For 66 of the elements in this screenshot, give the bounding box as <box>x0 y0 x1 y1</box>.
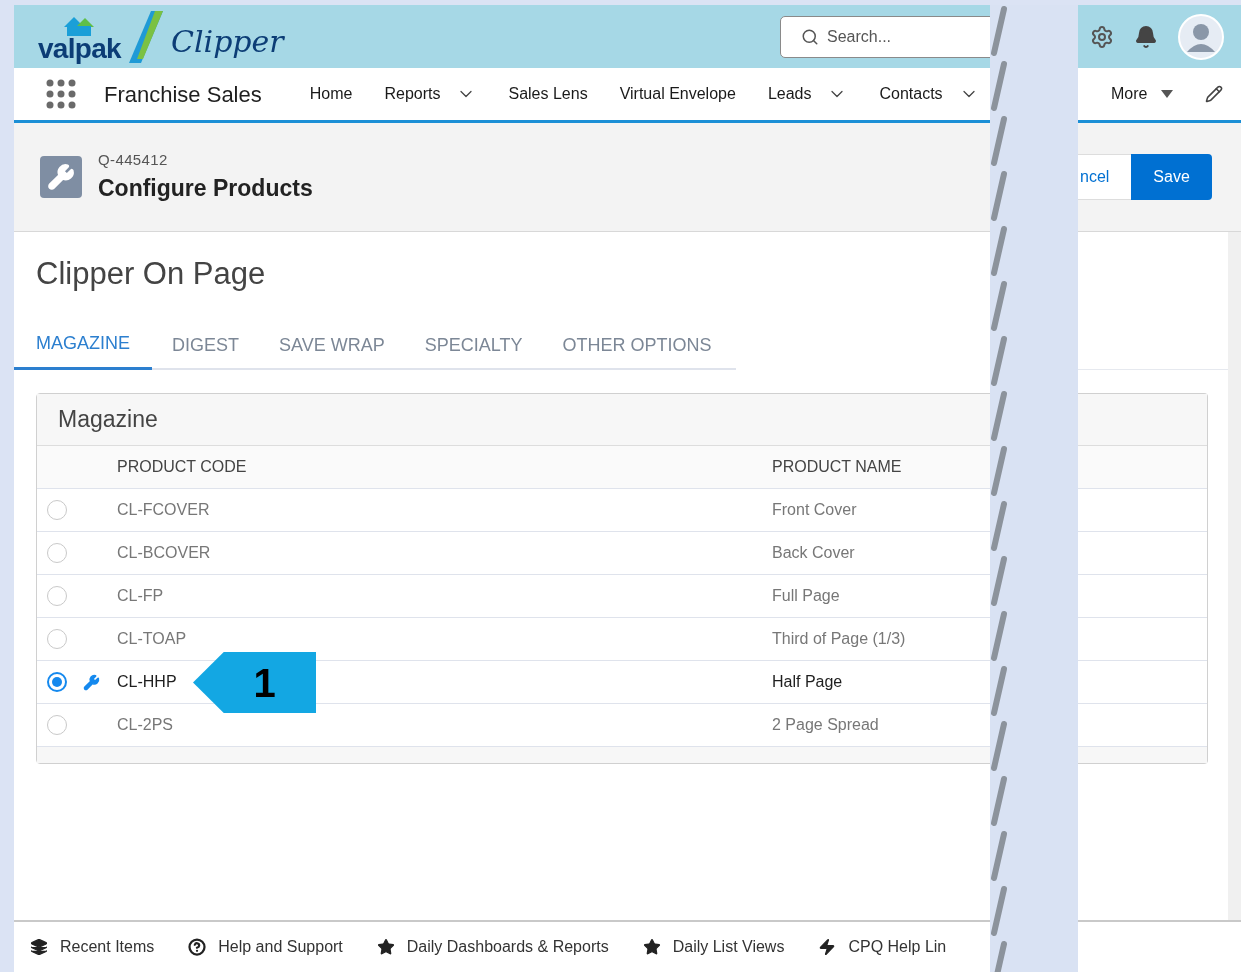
page-title: Configure Products <box>98 174 313 203</box>
radio-button[interactable] <box>47 543 67 563</box>
app-launcher-icon[interactable] <box>46 79 76 109</box>
house-icon <box>62 14 97 37</box>
nav-item[interactable]: Virtual Envelope <box>619 82 736 106</box>
tab[interactable]: SAVE WRAP <box>259 320 405 370</box>
utility-bar-item[interactable]: Daily Dashboards & Reports <box>376 935 609 959</box>
search-input[interactable]: Search... <box>827 24 977 49</box>
lightning-icon <box>818 938 837 956</box>
table-cell-text: Back Cover <box>772 543 855 563</box>
section-title: Clipper On Page <box>36 255 267 293</box>
utility-bar-item[interactable]: Recent Items <box>30 935 155 959</box>
utility-bar-item[interactable]: Daily List Views <box>642 935 785 959</box>
avatar-icon[interactable] <box>1178 13 1224 60</box>
table-cell-text: CL-FCOVER <box>117 500 210 520</box>
tab[interactable]: MAGAZINE <box>14 320 152 370</box>
table-cell-text: CL-BCOVER <box>117 543 211 563</box>
wrench-icon[interactable] <box>83 673 100 691</box>
table-cell-text: CL-TOAP <box>117 629 187 649</box>
tab[interactable]: DIGEST <box>152 320 260 370</box>
tab[interactable]: OTHER OPTIONS <box>542 320 732 370</box>
nav-item[interactable]: Home <box>309 82 353 106</box>
table-cell-text: Half Page <box>772 672 843 692</box>
radio-button[interactable] <box>47 672 67 692</box>
tab[interactable]: SPECIALTY <box>404 320 543 370</box>
layers-icon <box>30 938 48 956</box>
pencil-icon[interactable] <box>1205 85 1224 103</box>
utility-bar-item[interactable]: Help and Support <box>188 935 343 959</box>
app-name: Franchise Sales <box>104 80 262 109</box>
table-cell-text: Front Cover <box>772 500 857 520</box>
table-cell-text: Third of Page (1/3) <box>772 629 906 649</box>
question-mark-icon <box>188 938 207 956</box>
table-cell-text: Full Page <box>772 586 840 606</box>
star-icon <box>642 938 661 956</box>
clipper-logo: Clipper <box>171 26 284 57</box>
table-cell-text: CL-2PS <box>117 715 174 735</box>
radio-button[interactable] <box>47 586 67 606</box>
nav-item[interactable]: Contacts <box>879 82 943 106</box>
nav-item[interactable]: Leads <box>767 82 812 106</box>
search-icon <box>801 27 819 46</box>
nav-item[interactable]: Sales Lens <box>508 82 588 106</box>
column-header: PRODUCT NAME <box>772 457 903 477</box>
scrollbar[interactable] <box>1228 232 1241 920</box>
cancel-button[interactable]: ncel <box>1078 154 1132 200</box>
save-button[interactable]: Save <box>1131 154 1212 200</box>
bell-icon[interactable] <box>1134 24 1158 49</box>
wrench-tile-icon <box>40 156 82 198</box>
radio-button[interactable] <box>47 629 67 649</box>
utility-bar-item[interactable]: CPQ Help Lin <box>818 935 947 959</box>
search-field[interactable]: Search... <box>780 15 990 58</box>
record-id: Q-445412 <box>98 149 169 170</box>
settings-icon[interactable] <box>1090 24 1114 49</box>
table-cell-text: 2 Page Spread <box>772 715 879 735</box>
card-title: Magazine <box>58 405 158 435</box>
more-menu[interactable]: More <box>1111 82 1148 106</box>
column-header: PRODUCT CODE <box>117 457 248 477</box>
radio-button[interactable] <box>47 715 67 735</box>
table-cell-text: CL-HHP <box>117 672 177 692</box>
radio-button[interactable] <box>47 500 67 520</box>
caret-icon[interactable] <box>1161 90 1174 98</box>
star-icon <box>376 938 395 956</box>
valpak-logo: valpak <box>38 34 121 63</box>
slash-logo-icon <box>129 10 163 63</box>
nav-item[interactable]: Reports <box>384 82 441 106</box>
table-cell-text: CL-FP <box>117 586 164 606</box>
callout-badge: 1 <box>193 652 316 713</box>
